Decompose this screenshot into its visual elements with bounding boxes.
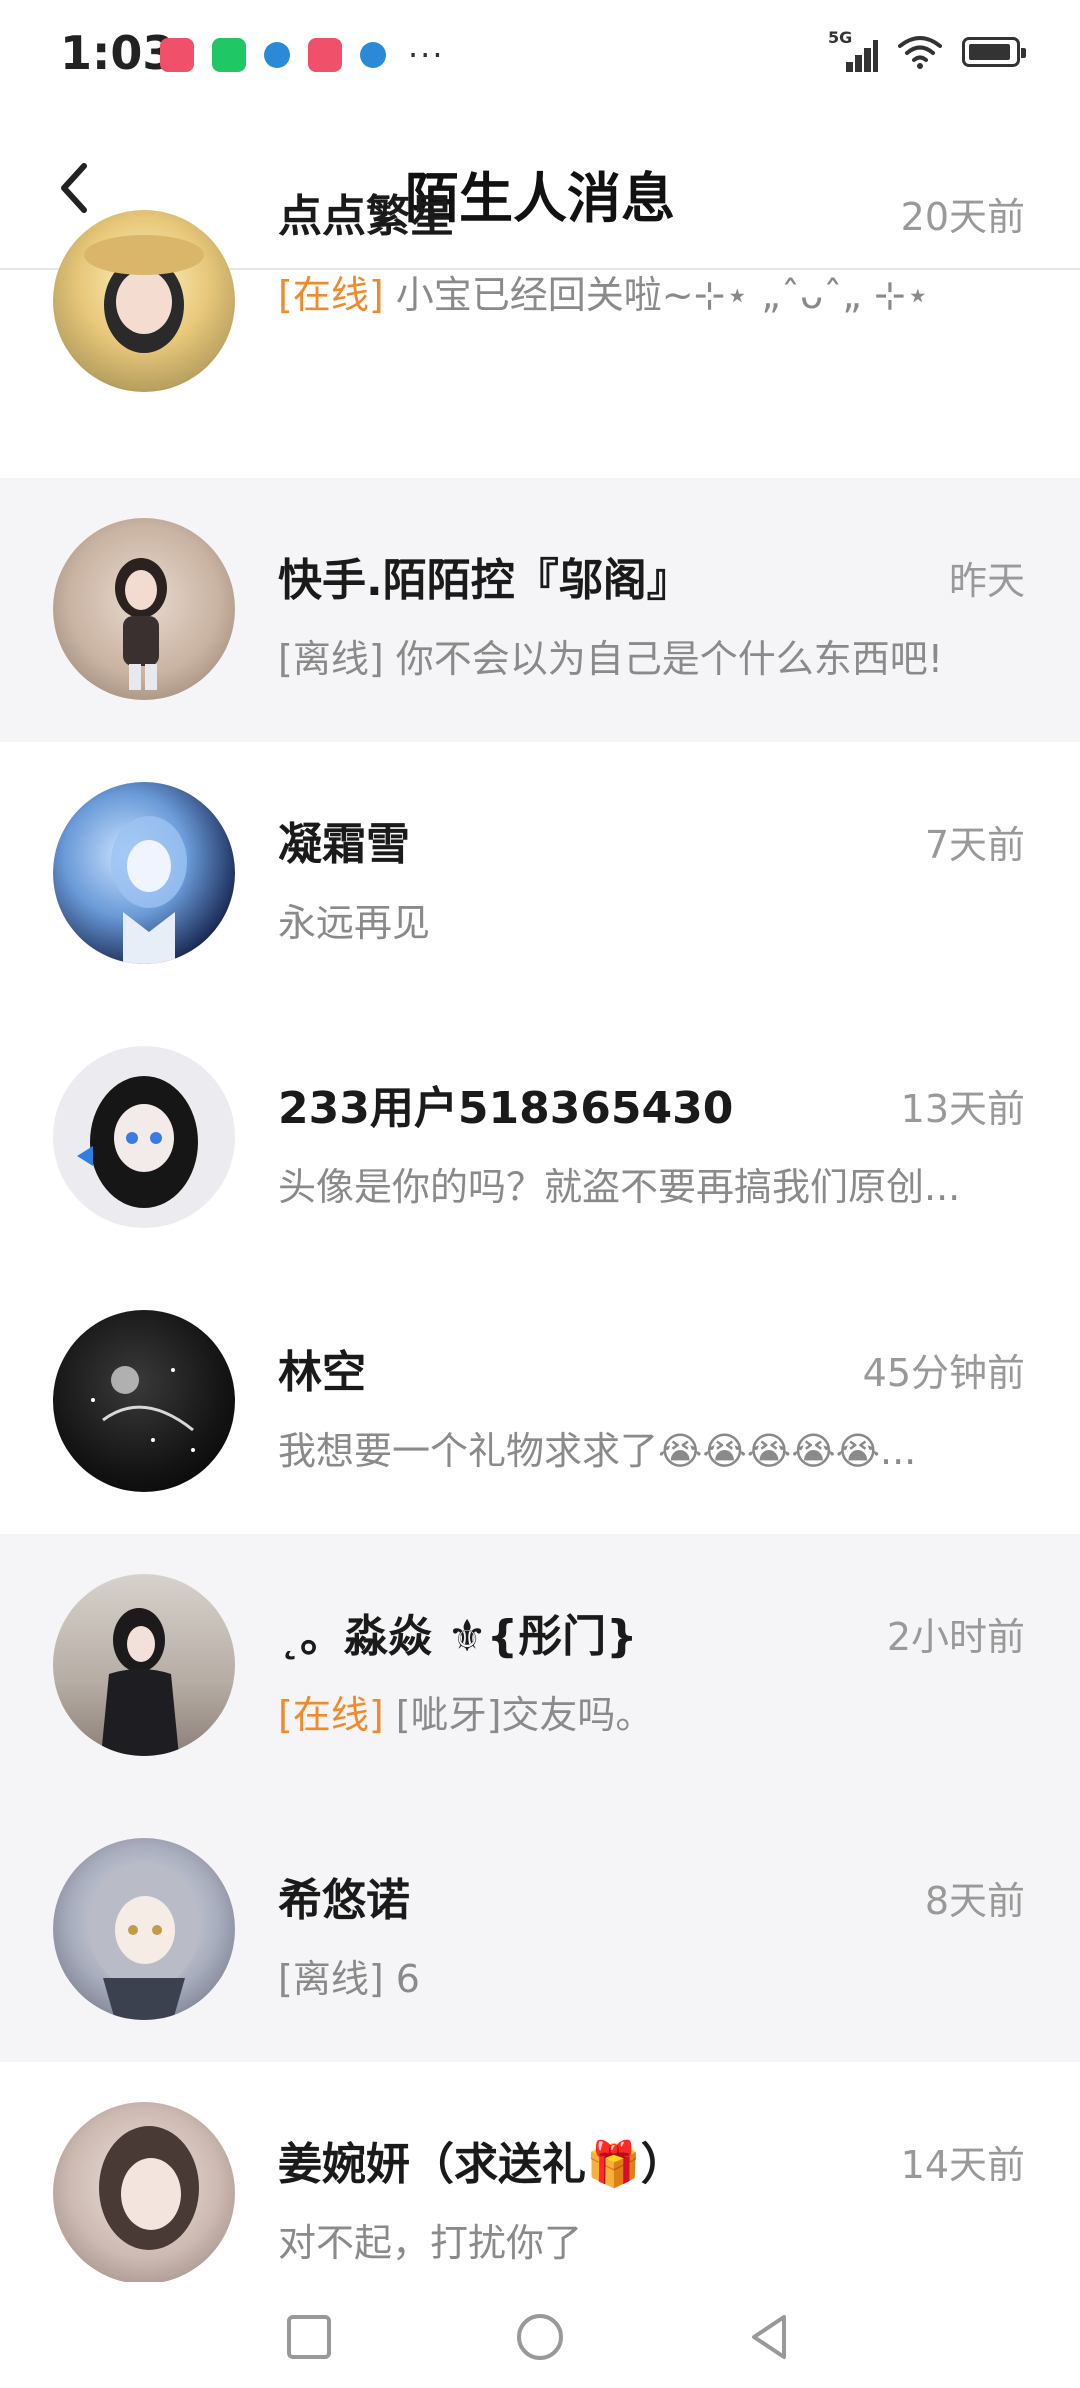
system-navigation-bar <box>0 2282 1080 2388</box>
message-time: 45分钟前 <box>862 1351 1025 1395</box>
back-triangle-icon[interactable] <box>744 2312 794 2362</box>
avatar[interactable] <box>53 1310 235 1492</box>
avatar[interactable] <box>53 1838 235 2020</box>
avatar[interactable] <box>53 210 235 392</box>
message-time: 昨天 <box>948 559 1025 603</box>
message-text: [呲牙]交友吗。 <box>395 1693 654 1737</box>
avatar[interactable] <box>53 2102 235 2284</box>
conversation-row[interactable]: ˛。淼焱 ⚜{彤门} 2小时前 [在线] [呲牙]交友吗。 <box>0 1534 1080 1798</box>
contact-name: 希悠诺 <box>278 1875 410 1926</box>
message-text: 我想要一个礼物求求了😭😭😭😭😭... <box>278 1429 917 1473</box>
message-preview: [离线] 6 <box>278 1948 420 2003</box>
contact-name: ˛。淼焱 ⚜{彤门} <box>278 1611 638 1662</box>
notification-icons: ··· <box>160 36 445 74</box>
message-time: 2小时前 <box>886 1615 1025 1659</box>
status-bar: 1:03 ··· 5G <box>0 0 1080 110</box>
message-text: 小宝已经回关啦~⊹⋆ „ˆᴗˆ„ ⊹⋆ <box>395 273 930 317</box>
conversation-row[interactable]: 凝霜雪 7天前 永远再见 <box>0 742 1080 1006</box>
globe-icon <box>264 42 290 68</box>
status-tag-online: [在线] <box>278 273 384 317</box>
message-text: 头像是你的吗？就盗不要再搞我们原创... <box>278 1165 961 1209</box>
avatar[interactable] <box>53 518 235 700</box>
system-indicators: 5G <box>828 28 1026 72</box>
message-time: 14天前 <box>900 2143 1025 2187</box>
conversation-row[interactable]: 233用户518365430 13天前 头像是你的吗？就盗不要再搞我们原创... <box>0 1006 1080 1270</box>
battery-icon <box>962 37 1026 67</box>
status-time: 1:03 <box>60 26 175 80</box>
status-tag-online: [在线] <box>278 1693 384 1737</box>
message-preview: 头像是你的吗？就盗不要再搞我们原创... <box>278 1156 960 1211</box>
contact-name: 233用户518365430 <box>278 1083 734 1134</box>
message-preview: 我想要一个礼物求求了😭😭😭😭😭... <box>278 1420 916 1475</box>
globe-icon <box>360 42 386 68</box>
network-type: 5G <box>828 28 853 47</box>
contact-name: 林空 <box>278 1347 366 1398</box>
contact-name: 点点繁星 <box>278 191 454 242</box>
more-notifications-indicator: ··· <box>408 36 445 74</box>
red-app-icon <box>160 38 194 72</box>
red-app-icon <box>308 38 342 72</box>
message-preview: 对不起，打扰你了 <box>278 2212 582 2267</box>
conversation-row[interactable]: 希悠诺 8天前 [离线] 6 <box>0 1798 1080 2062</box>
status-tag-offline: [离线] <box>278 1957 384 2001</box>
conversation-row[interactable]: 点点繁星 20天前 [在线] 小宝已经回关啦~⊹⋆ „ˆᴗˆ„ ⊹⋆ <box>0 180 1080 444</box>
message-time: 13天前 <box>900 1087 1025 1131</box>
wechat-icon <box>212 38 246 72</box>
message-preview: [离线] 你不会以为自己是个什么东西吧! <box>278 628 943 683</box>
conversation-row[interactable]: 快手.陌陌控『邬阁』 昨天 [离线] 你不会以为自己是个什么东西吧! <box>0 478 1080 742</box>
wifi-icon <box>898 36 942 69</box>
avatar[interactable] <box>53 1046 235 1228</box>
avatar[interactable] <box>53 1574 235 1756</box>
home-circle-icon[interactable] <box>515 2312 565 2362</box>
message-text: 6 <box>395 1957 420 2001</box>
message-text: 永远再见 <box>278 901 431 945</box>
message-time: 7天前 <box>924 823 1025 867</box>
message-time: 20天前 <box>900 195 1025 239</box>
contact-name: 姜婉妍（求送礼🎁） <box>278 2139 685 2190</box>
message-preview: [在线] 小宝已经回关啦~⊹⋆ „ˆᴗˆ„ ⊹⋆ <box>278 264 930 319</box>
avatar[interactable] <box>53 782 235 964</box>
message-preview: [在线] [呲牙]交友吗。 <box>278 1684 653 1739</box>
message-text: 你不会以为自己是个什么东西吧! <box>395 637 943 681</box>
status-tag-offline: [离线] <box>278 637 384 681</box>
signal-icon: 5G <box>828 28 878 72</box>
message-preview: 永远再见 <box>278 892 430 947</box>
conversation-row[interactable]: 林空 45分钟前 我想要一个礼物求求了😭😭😭😭😭... <box>0 1270 1080 1534</box>
contact-name: 凝霜雪 <box>278 819 410 870</box>
contact-name: 快手.陌陌控『邬阁』 <box>278 555 691 606</box>
message-time: 8天前 <box>924 1879 1025 1923</box>
recents-square-icon[interactable] <box>284 2312 334 2362</box>
message-text: 对不起，打扰你了 <box>278 2221 583 2265</box>
